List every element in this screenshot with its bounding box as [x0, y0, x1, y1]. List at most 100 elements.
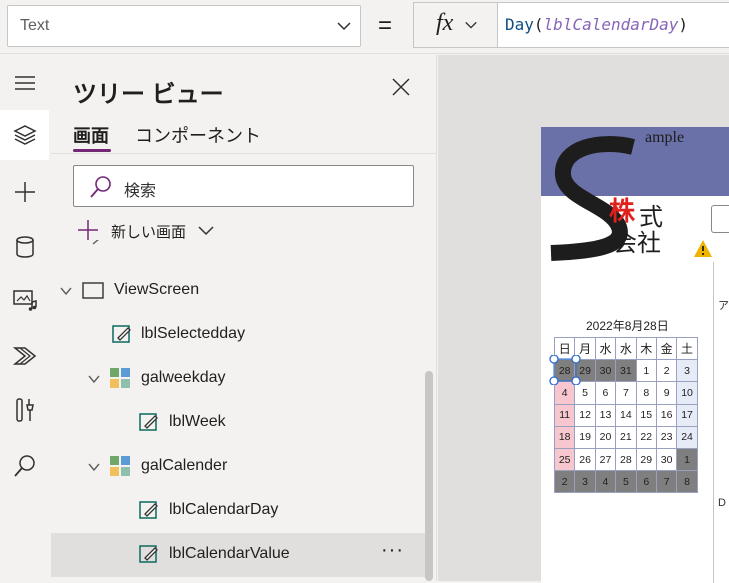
- calendar-day-cell[interactable]: 21: [615, 425, 637, 449]
- calendar-day-cell[interactable]: 3: [676, 359, 698, 383]
- tree-view-button[interactable]: [0, 110, 49, 160]
- formula-text: Day(lblCalendarDay): [505, 15, 688, 34]
- calendar-day-cell[interactable]: 8: [635, 381, 657, 405]
- tree-row-lblselectedday[interactable]: lblSelectedday: [51, 313, 426, 357]
- calendar-day-cell[interactable]: 23: [655, 425, 678, 449]
- tools-icon: [15, 398, 34, 422]
- calendar-day-cell[interactable]: 10: [676, 381, 698, 405]
- calendar-day-cell[interactable]: 16: [655, 403, 678, 427]
- tree-row-label: galweekday: [141, 369, 226, 386]
- calendar-day-cell[interactable]: 17: [676, 403, 698, 427]
- calendar-day-cell[interactable]: 25: [554, 447, 576, 472]
- property-dropdown[interactable]: Text: [7, 5, 361, 47]
- more-options-icon[interactable]: ···: [381, 539, 404, 562]
- chevron-down-icon: [88, 463, 100, 472]
- tree-row-galweekday[interactable]: galweekday: [51, 357, 426, 401]
- tab-components[interactable]: コンポーネント: [135, 122, 261, 148]
- calendar-day-cell[interactable]: 27: [594, 447, 617, 472]
- fx-button[interactable]: fx: [413, 2, 497, 48]
- calendar-day-cell[interactable]: 30: [594, 359, 617, 383]
- divider: [51, 153, 436, 154]
- calendar-day-cell[interactable]: 7: [615, 381, 637, 405]
- calendar-day-cell[interactable]: 2: [655, 359, 678, 383]
- calendar-day-cell[interactable]: 20: [594, 425, 617, 449]
- calendar-day-cell[interactable]: 9: [655, 381, 678, 405]
- fx-icon: fx: [436, 10, 454, 36]
- calendar-day-cell[interactable]: 6: [635, 470, 657, 494]
- data-button[interactable]: [0, 222, 49, 272]
- tab-screens[interactable]: 画面: [73, 122, 109, 148]
- tree-row-lblcalendarday[interactable]: lblCalendarDay: [51, 489, 426, 533]
- scrollbar[interactable]: [425, 371, 433, 581]
- tree-row-lblweek[interactable]: lblWeek: [51, 401, 426, 445]
- formula-function: Day: [505, 15, 534, 34]
- calendar-day-cell[interactable]: 6: [594, 381, 617, 405]
- calendar-day-cell[interactable]: 1: [635, 359, 657, 383]
- weekday-header: 土: [676, 337, 698, 361]
- calendar-week-row: 18 19 20 21 22 23 24: [554, 425, 707, 449]
- calendar-week-row: 25 26 27 28 29 30 1: [554, 447, 707, 472]
- search-input[interactable]: 検索: [73, 165, 414, 207]
- app-screen-preview[interactable]: ample 株 式 会社 ア D 2022年8月28日 日月水水木金土 28 29 3…: [541, 127, 729, 583]
- media-button[interactable]: [0, 275, 49, 325]
- weekday-header: 木: [635, 337, 657, 361]
- canvas-dropdown-partial[interactable]: [711, 205, 729, 233]
- calendar-day-cell[interactable]: 29: [635, 447, 657, 472]
- tree-row-label: lblCalendarValue: [169, 545, 290, 562]
- tools-button[interactable]: [0, 385, 49, 435]
- calendar-day-cell[interactable]: 26: [574, 447, 596, 472]
- calendar-day-cell[interactable]: 4: [594, 470, 617, 494]
- calendar-day-cell[interactable]: 1: [676, 447, 698, 472]
- chevron-down-icon: [198, 226, 214, 236]
- calendar-day-cell[interactable]: 31: [615, 359, 637, 383]
- warning-icon[interactable]: [693, 239, 713, 259]
- calendar-day-cell[interactable]: 13: [594, 403, 617, 427]
- label-icon: [139, 545, 158, 563]
- property-dropdown-value: Text: [20, 17, 50, 34]
- calendar-day-cell[interactable]: 3: [574, 470, 596, 494]
- calendar-day-cell[interactable]: 19: [574, 425, 596, 449]
- tree-row-label: lblCalendarDay: [169, 501, 279, 518]
- tree-row-galcalender[interactable]: galCalender: [51, 445, 426, 489]
- formula-close-paren: ): [678, 15, 689, 34]
- close-button[interactable]: [391, 77, 411, 102]
- search-icon: [13, 455, 35, 477]
- tree-view-panel: ツリー ビュー 画面 コンポーネント 検索 新しい画面 ViewScreen l…: [51, 55, 437, 581]
- search-placeholder: 検索: [124, 183, 157, 200]
- power-automate-button[interactable]: [0, 331, 49, 381]
- calendar-day-cell[interactable]: 24: [676, 425, 698, 449]
- calendar-day-cell[interactable]: 2: [554, 470, 576, 494]
- calendar-day-cell[interactable]: 8: [676, 470, 698, 494]
- weekday-header: 水: [615, 337, 637, 361]
- calendar-day-cell[interactable]: 15: [635, 403, 657, 427]
- calendar-day-cell[interactable]: 7: [655, 470, 678, 494]
- tree-row-lblcalendarvalue[interactable]: lblCalendarValue ···: [51, 533, 426, 577]
- insert-button[interactable]: [0, 167, 49, 217]
- label-icon: [139, 413, 158, 431]
- calendar-day-cell[interactable]: 30: [655, 447, 678, 472]
- hamburger-menu-button[interactable]: [0, 58, 49, 108]
- calendar-day-cell[interactable]: 28: [615, 447, 637, 472]
- close-icon: [392, 78, 410, 96]
- power-automate-icon: [12, 347, 36, 365]
- calendar-day-cell[interactable]: 18: [554, 425, 576, 449]
- calendar-day-cell[interactable]: 11: [554, 403, 576, 427]
- tree-row-partial[interactable]: [51, 240, 426, 262]
- calendar-day-cell[interactable]: 22: [635, 425, 657, 449]
- plus-icon: [78, 220, 98, 240]
- search-rail-button[interactable]: [0, 441, 49, 491]
- plus-icon: [14, 182, 35, 202]
- formula-input[interactable]: Day(lblCalendarDay): [497, 2, 729, 48]
- screen-icon: [82, 282, 104, 299]
- tree-row-label: lblWeek: [169, 413, 226, 430]
- weekday-header: 水: [594, 337, 617, 361]
- media-icon: [12, 290, 37, 311]
- gallery-icon: [110, 456, 130, 476]
- calendar-day-cell[interactable]: 5: [615, 470, 637, 494]
- selection-handles[interactable]: [549, 355, 589, 385]
- tree-row-label: lblSelectedday: [141, 325, 246, 342]
- calendar-day-cell[interactable]: 14: [615, 403, 637, 427]
- hamburger-icon: [14, 76, 35, 90]
- tree-row-viewscreen[interactable]: ViewScreen: [51, 269, 426, 313]
- calendar-day-cell[interactable]: 12: [574, 403, 596, 427]
